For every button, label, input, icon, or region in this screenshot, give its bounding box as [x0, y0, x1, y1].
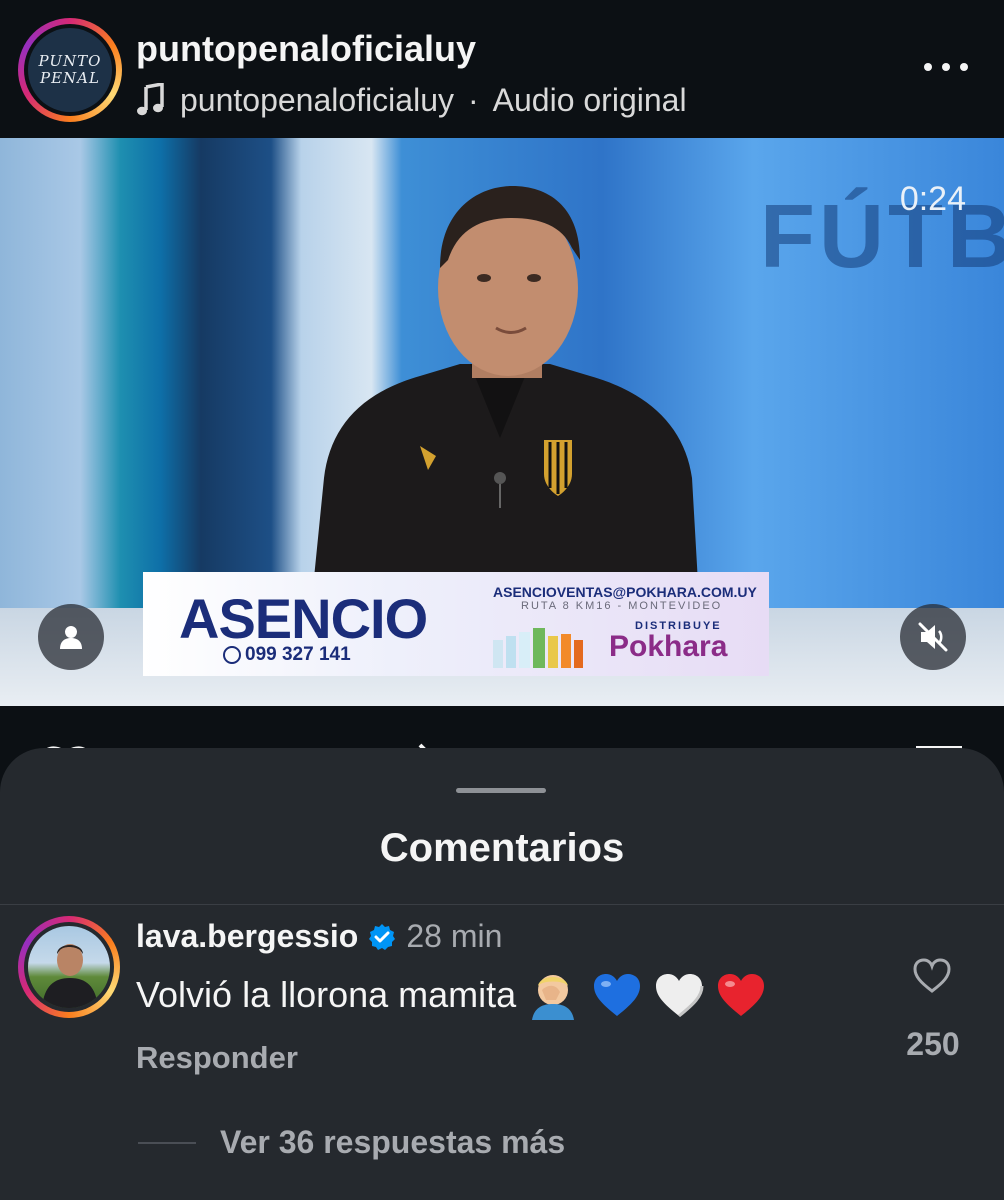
banner-phone: 099 327 141 — [223, 644, 351, 666]
comment-body: Volvió la llorona mamita — [136, 970, 766, 1020]
commenter-figure — [42, 944, 98, 1008]
view-replies-button[interactable]: Ver 36 respuestas más — [220, 1124, 565, 1161]
presenter-image — [310, 186, 700, 618]
more-dot — [924, 63, 932, 71]
comment-username[interactable]: lava.bergessio — [136, 918, 358, 955]
comment-emojis — [526, 970, 766, 1020]
verified-badge-icon — [369, 923, 396, 950]
whatsapp-icon — [223, 646, 241, 664]
comment-like-icon[interactable] — [912, 958, 952, 994]
more-dot — [960, 63, 968, 71]
more-options-button[interactable] — [924, 52, 968, 82]
comment-avatar[interactable] — [18, 916, 120, 1018]
facepalm-emoji-icon — [532, 975, 575, 1020]
sheet-drag-handle[interactable] — [456, 788, 546, 793]
comments-sheet: Comentarios lava.bergessio 28 min Volvió… — [0, 748, 1004, 1200]
sheet-title: Comentarios — [379, 826, 625, 870]
comment-text: Volvió la llorona mamita — [136, 974, 517, 1015]
banner-brand: ASENCIO — [179, 587, 428, 650]
person-icon — [60, 626, 82, 649]
post-header: PUNTO PENAL puntopenaloficialuy puntopen… — [0, 0, 1004, 138]
comment-header: lava.bergessio 28 min — [136, 918, 502, 955]
sponsor-banner: ASENCIO 099 327 141 ASENCIOVENTAS@POKHAR… — [143, 572, 769, 676]
more-dot — [942, 63, 950, 71]
commenter-photo — [28, 926, 110, 1008]
banner-distributor: Pokhara — [609, 630, 728, 663]
water-bottles-image — [493, 628, 583, 668]
speaker-muted-icon — [918, 622, 948, 652]
blue-heart-icon — [594, 974, 641, 1016]
audio-separator: · — [467, 81, 479, 118]
comment-time: 28 min — [406, 918, 503, 954]
studio-background-text: FÚTBOL — [760, 187, 1004, 287]
red-heart-icon — [718, 974, 765, 1016]
tagged-people-button[interactable] — [38, 604, 104, 670]
post-username[interactable]: puntopenaloficialuy — [136, 28, 476, 70]
audio-link[interactable]: puntopenaloficialuy · Audio original — [136, 80, 687, 120]
avatar-logo: PUNTO PENAL — [28, 28, 112, 112]
reply-button[interactable]: Responder — [136, 1040, 298, 1076]
replies-divider — [138, 1142, 196, 1144]
white-heart-icon — [656, 974, 704, 1018]
banner-email: ASENCIOVENTAS@POKHARA.COM.UY — [493, 584, 757, 600]
profile-avatar[interactable]: PUNTO PENAL — [18, 18, 122, 122]
audio-label: Audio original — [492, 81, 687, 118]
video-timestamp: 0:24 — [899, 180, 966, 218]
music-note-icon — [137, 83, 164, 116]
sheet-divider — [0, 904, 1004, 905]
comment-like-count: 250 — [906, 1026, 960, 1062]
mute-toggle-button[interactable] — [900, 604, 966, 670]
video-player[interactable]: FÚTBOL 0:24 ASENCIO 099 327 141 ASENCIOV… — [0, 138, 1004, 706]
audio-owner: puntopenaloficialuy — [180, 81, 454, 118]
banner-route: RUTA 8 KM16 - MONTEVIDEO — [521, 600, 723, 612]
